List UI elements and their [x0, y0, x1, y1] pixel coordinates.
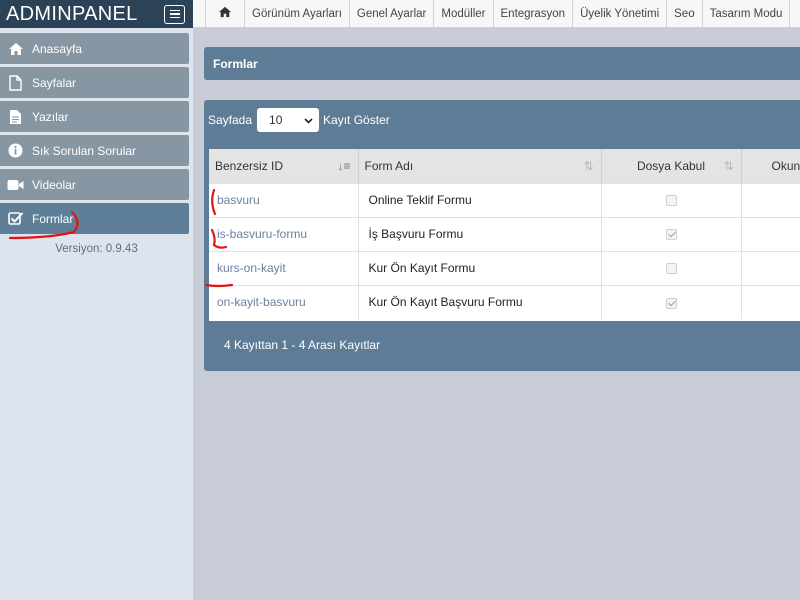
info-icon	[7, 143, 24, 159]
table-info: 4 Kayıttan 1 - 4 Arası Kayıtlar	[224, 338, 381, 352]
sidebar-item-anasayfa[interactable]: Anasayfa	[0, 33, 189, 64]
table-row: on-kayit-basvuru Kur Ön Kayıt Başvuru Fo…	[209, 284, 800, 319]
table-row: kurs-on-kayit Kur Ön Kayıt Formu	[209, 250, 800, 285]
page-length-value: 10	[269, 113, 283, 127]
top-nav-uyelik-yonetimi[interactable]: Üyelik Yönetimi	[573, 0, 668, 27]
form-id-link[interactable]: kurs-on-kayit	[209, 250, 359, 285]
sidebar-item-sss[interactable]: Sık Sorulan Sorular	[0, 135, 189, 166]
sidebar-item-label: Yazılar	[32, 109, 69, 124]
column-header-form-name[interactable]: Form Adı ⇅	[358, 149, 602, 183]
version-label: Versiyon: 0.9.43	[55, 243, 138, 255]
sidebar-item-videolar[interactable]: Videolar	[0, 169, 189, 200]
home-icon	[7, 41, 24, 57]
top-nav-home[interactable]	[205, 0, 245, 27]
sidebar-item-sayfalar[interactable]: Sayfalar	[0, 67, 189, 98]
form-name: İş Başvuru Formu	[358, 216, 602, 251]
sidebar-item-label: Videolar	[32, 177, 76, 192]
sidebar-item-yazilar[interactable]: Yazılar	[0, 101, 189, 132]
top-nav-entegrasyon[interactable]: Entegrasyon	[494, 0, 574, 27]
checkbox-icon	[7, 211, 24, 227]
brand-bar: ADMINPANEL	[0, 0, 193, 28]
page-length-suffix: Kayıt Göster	[323, 113, 390, 127]
video-icon	[7, 177, 24, 193]
page-length-select[interactable]: 10	[257, 108, 320, 132]
table-row: basvuru Online Teklif Formu	[209, 182, 800, 217]
top-nav-seo[interactable]: Seo	[667, 0, 703, 27]
column-header-read[interactable]: Okun	[741, 149, 800, 183]
menu-toggle-button[interactable]	[164, 4, 185, 24]
chevron-down-icon	[304, 113, 313, 127]
page-title: Formlar	[204, 47, 800, 80]
file-accept-checkbox	[665, 195, 677, 207]
page-length-control: Sayfada 10 Kayıt Göster	[208, 108, 390, 132]
file-accept-checkbox	[665, 263, 677, 275]
sidebar-item-label: Sık Sorulan Sorular	[32, 143, 137, 158]
sidebar: ADMINPANEL Anasayfa Sayfalar Yazılar Sık…	[0, 0, 193, 600]
form-name: Online Teklif Formu	[358, 182, 602, 217]
sidebar-item-label: Formlar	[32, 211, 74, 226]
sidebar-item-label: Anasayfa	[32, 41, 83, 56]
column-header-id[interactable]: Benzersiz ID ↓≡	[209, 149, 359, 183]
form-id-link[interactable]: is-basvuru-formu	[209, 216, 359, 251]
sort-icon: ⇅	[723, 159, 734, 173]
form-name: Kur Ön Kayıt Başvuru Formu	[358, 284, 602, 319]
document-icon	[7, 109, 24, 125]
form-name: Kur Ön Kayıt Formu	[358, 250, 602, 285]
brand-title: ADMINPANEL	[6, 2, 138, 25]
top-nav-moduller[interactable]: Modüller	[434, 0, 494, 27]
forms-table-wrapper: Benzersiz ID ↓≡ Form Adı ⇅ Dosya Kabul ⇅…	[209, 149, 800, 321]
forms-table: Benzersiz ID ↓≡ Form Adı ⇅ Dosya Kabul ⇅…	[209, 149, 800, 319]
sidebar-item-formlar[interactable]: Formlar	[0, 203, 189, 234]
sidebar-nav: Anasayfa Sayfalar Yazılar Sık Sorulan So…	[0, 28, 193, 234]
sort-icon: ⇅	[583, 159, 594, 173]
file-accept-checkbox	[665, 297, 677, 309]
table-row: is-basvuru-formu İş Başvuru Formu	[209, 216, 800, 251]
sort-desc-icon: ↓≡	[337, 159, 351, 173]
file-icon	[7, 74, 24, 91]
column-header-file-accept[interactable]: Dosya Kabul ⇅	[601, 149, 742, 183]
page-length-prefix: Sayfada	[208, 113, 253, 127]
home-icon	[218, 6, 232, 21]
file-accept-checkbox	[665, 229, 677, 241]
top-nav-tasarim-modu[interactable]: Tasarım Modu	[703, 0, 791, 27]
top-nav-gorunum-ayarlari[interactable]: Görünüm Ayarları	[245, 0, 350, 27]
sidebar-item-label: Sayfalar	[32, 75, 77, 90]
top-nav: Görünüm Ayarları Genel Ayarlar Modüller …	[193, 0, 800, 28]
form-id-link[interactable]: basvuru	[209, 182, 359, 217]
forms-table-panel: Sayfada 10 Kayıt Göster Benzersiz ID ↓≡	[204, 100, 800, 371]
table-header-row: Benzersiz ID ↓≡ Form Adı ⇅ Dosya Kabul ⇅…	[209, 149, 800, 183]
top-nav-genel-ayarlar[interactable]: Genel Ayarlar	[350, 0, 435, 27]
form-id-link[interactable]: on-kayit-basvuru	[209, 284, 359, 319]
